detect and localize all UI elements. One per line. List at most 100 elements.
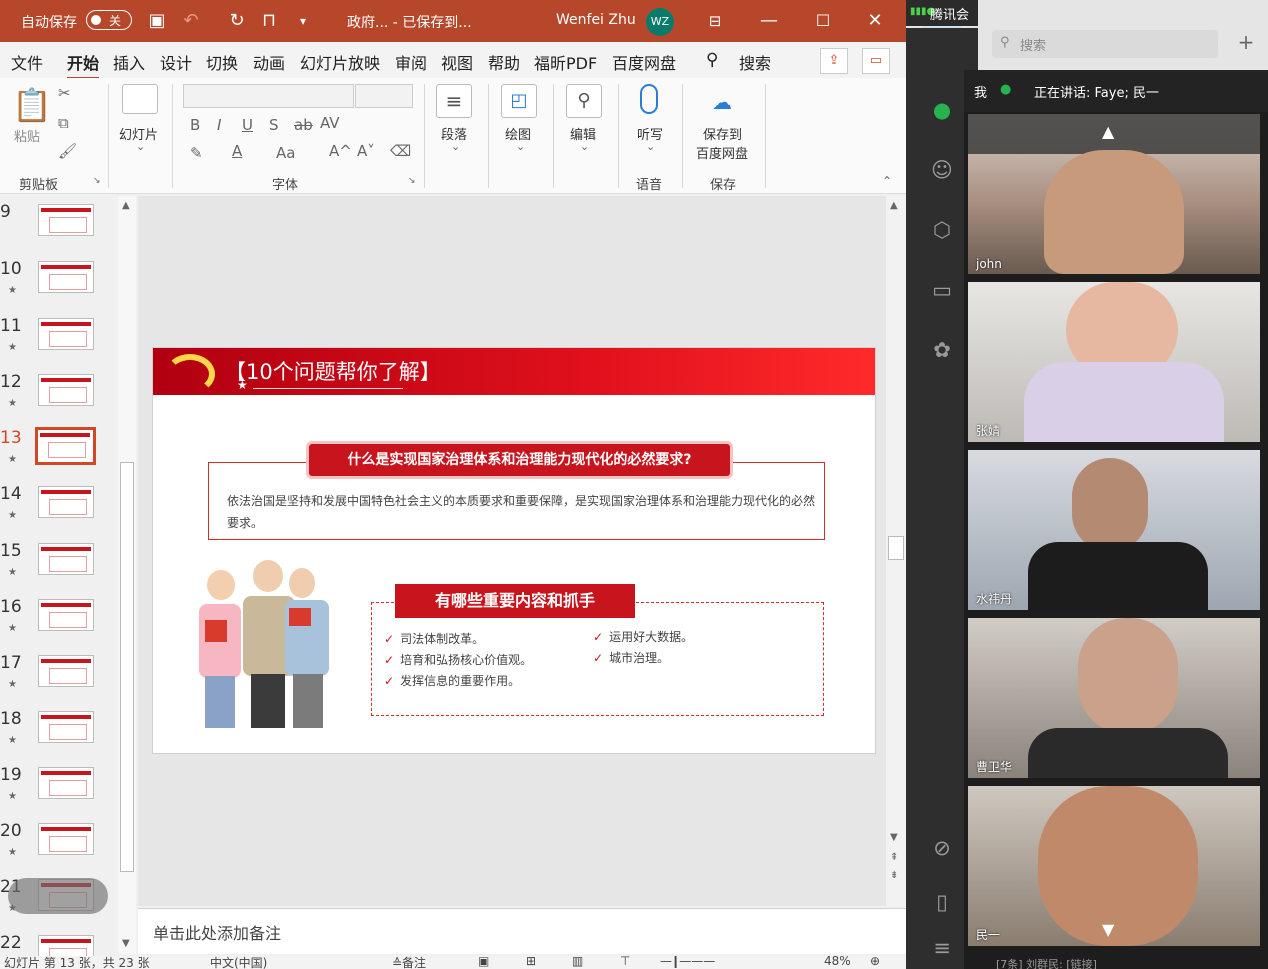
thumbnail-slide-14[interactable]: 14 ★ (0, 484, 118, 540)
folder-icon[interactable]: ▭ (928, 276, 956, 304)
copy-icon[interactable]: ⧉ (58, 114, 69, 132)
tab-home[interactable]: 开始 (67, 50, 100, 80)
chevron-down-icon[interactable]: ⌄ (516, 140, 525, 153)
tab-transitions[interactable]: 切换 (206, 50, 238, 74)
phone-icon[interactable]: ▯ (928, 888, 956, 916)
participant-video[interactable]: ▲ john (968, 114, 1260, 274)
paste-label[interactable]: 粘贴 (14, 126, 40, 145)
participant-video[interactable]: 曹卫华 (968, 618, 1260, 778)
tab-help[interactable]: 帮助 (488, 50, 520, 74)
format-painter-icon[interactable]: 🖌 (58, 142, 77, 160)
scroll-up-icon[interactable]: ▲ (122, 200, 130, 211)
tab-review[interactable]: 审阅 (395, 50, 427, 74)
chat-icon[interactable]: ● (928, 96, 956, 124)
maximize-icon[interactable]: ☐ (812, 10, 834, 32)
minimize-icon[interactable]: — (758, 10, 780, 32)
user-name[interactable]: Wenfei Zhu (556, 12, 636, 28)
thumbnails-scrollbar[interactable]: ▲ ▼ (118, 196, 136, 954)
font-launcher-icon[interactable]: ↘ (408, 176, 416, 186)
floating-assistant-button[interactable] (8, 878, 108, 914)
clipboard-launcher-icon[interactable]: ↘ (93, 176, 101, 186)
char-spacing-button[interactable]: AV (320, 114, 340, 132)
user-avatar[interactable]: WZ (646, 8, 674, 36)
collapse-up-icon[interactable]: ▲ (1102, 122, 1114, 141)
underline-button[interactable]: U (242, 116, 253, 134)
expand-down-icon[interactable]: ▼ (1102, 920, 1114, 939)
grow-font-button[interactable]: A^ (329, 142, 352, 160)
tab-slideshow[interactable]: 幻灯片放映 (300, 50, 380, 74)
contacts-icon[interactable]: ☺ (928, 156, 956, 184)
reading-view-icon[interactable]: ▥ (572, 956, 583, 968)
add-icon[interactable]: + (1234, 30, 1258, 54)
close-icon[interactable]: ✕ (864, 10, 886, 32)
font-color-button[interactable]: A (232, 142, 242, 160)
customize-qat-icon[interactable]: ▾ (292, 10, 314, 32)
tab-view[interactable]: 视图 (441, 50, 473, 74)
tab-animations[interactable]: 动画 (253, 50, 285, 74)
chat-preview[interactable]: [7条] 刘群民: [链接] (996, 956, 1268, 969)
slide-sorter-icon[interactable]: ⊞ (526, 956, 536, 968)
thumbnail-slide-15[interactable]: 15 ★ (0, 541, 118, 597)
apps-cube-icon[interactable]: ⬡ (928, 216, 956, 244)
notes-pane[interactable]: 单击此处添加备注 (138, 908, 906, 954)
search-icon[interactable]: ⚲ (706, 50, 718, 70)
drawing-icon[interactable]: ◰ (501, 84, 537, 118)
redo-icon[interactable]: ↻ (226, 10, 248, 32)
ribbon-display-icon[interactable]: ⊟ (704, 10, 726, 32)
chevron-down-icon[interactable]: ⌄ (646, 140, 655, 153)
shadow-button[interactable]: S (269, 116, 279, 134)
new-slide-icon[interactable] (122, 84, 158, 114)
font-name-select[interactable] (183, 84, 354, 108)
clear-format-icon[interactable]: ⌫ (390, 142, 411, 160)
tab-foxit-pdf[interactable]: 福昕PDF (534, 50, 597, 74)
highlight-icon[interactable]: ✎ (190, 144, 203, 162)
cut-icon[interactable]: ✂ (58, 84, 71, 102)
participant-video[interactable]: ▼ 民一 (968, 786, 1260, 946)
fit-slide-icon[interactable]: ⊕ (870, 956, 880, 968)
next-slide-icon[interactable]: ⇟ (890, 870, 898, 881)
undo-icon[interactable]: ↶ (180, 10, 202, 32)
search-input[interactable]: ⚲ 搜索 (992, 30, 1218, 58)
thumbnail-slide-12[interactable]: 12 ★ (0, 372, 118, 428)
scroll-thumb[interactable] (120, 462, 134, 872)
previous-slide-icon[interactable]: ⇞ (890, 852, 898, 863)
zoom-slider[interactable]: —┃——— (660, 956, 715, 968)
slide-scrollbar[interactable]: ▲ ▼ ⇞ ⇟ (886, 196, 906, 906)
slideshow-icon[interactable]: ⊤ (620, 956, 630, 968)
notes-toggle-button[interactable]: ≙备注 (392, 956, 426, 969)
collapse-ribbon-icon[interactable]: ⌃ (882, 174, 892, 188)
favorites-icon[interactable]: ✿ (928, 336, 956, 364)
scroll-down-icon[interactable]: ▼ (122, 938, 130, 949)
paragraph-icon[interactable]: ≡ (436, 84, 472, 118)
thumbnail-slide-18[interactable]: 18 ★ (0, 709, 118, 765)
thumbnail-slide-22[interactable]: 22 (0, 933, 118, 956)
scroll-up-icon[interactable]: ▲ (890, 200, 898, 211)
bold-button[interactable]: B (190, 116, 200, 134)
menu-icon[interactable]: ≡ (928, 934, 956, 962)
strikethrough-button[interactable]: ab (294, 116, 313, 134)
thumbnail-slide-13[interactable]: 13 ★ (0, 427, 118, 484)
thumbnail-slide-9[interactable]: 9 (0, 202, 118, 258)
tab-file[interactable]: 文件 (11, 50, 43, 74)
microphone-icon[interactable] (640, 84, 658, 114)
save-to-baidu-button[interactable]: 保存到 (703, 124, 742, 143)
share-icon[interactable]: ⇪ (820, 48, 848, 74)
autosave-toggle[interactable]: 关 (86, 10, 132, 30)
thumbnail-slide-11[interactable]: 11 ★ (0, 316, 118, 372)
italic-button[interactable]: I (217, 116, 221, 134)
participant-video[interactable]: 水祎丹 (968, 450, 1260, 610)
comments-icon[interactable]: ▭ (862, 48, 890, 74)
chevron-down-icon[interactable]: ⌄ (451, 140, 460, 153)
scroll-thumb[interactable] (888, 536, 904, 560)
thumbnail-slide-20[interactable]: 20 ★ (0, 821, 118, 877)
document-title[interactable]: 政府... - 已保存到... (347, 12, 472, 32)
thumbnail-slide-16[interactable]: 16 ★ (0, 597, 118, 653)
shrink-font-button[interactable]: A˅ (357, 142, 375, 160)
thumbnail-slide-19[interactable]: 19 ★ (0, 765, 118, 821)
chevron-down-icon[interactable]: ⌄ (580, 140, 589, 153)
baidu-cloud-icon[interactable]: ☁ (712, 90, 738, 114)
paste-icon[interactable]: 📋 (12, 86, 52, 124)
tab-design[interactable]: 设计 (160, 50, 192, 74)
tell-me-search[interactable]: 搜索 (739, 50, 771, 74)
font-size-select[interactable] (355, 84, 413, 108)
